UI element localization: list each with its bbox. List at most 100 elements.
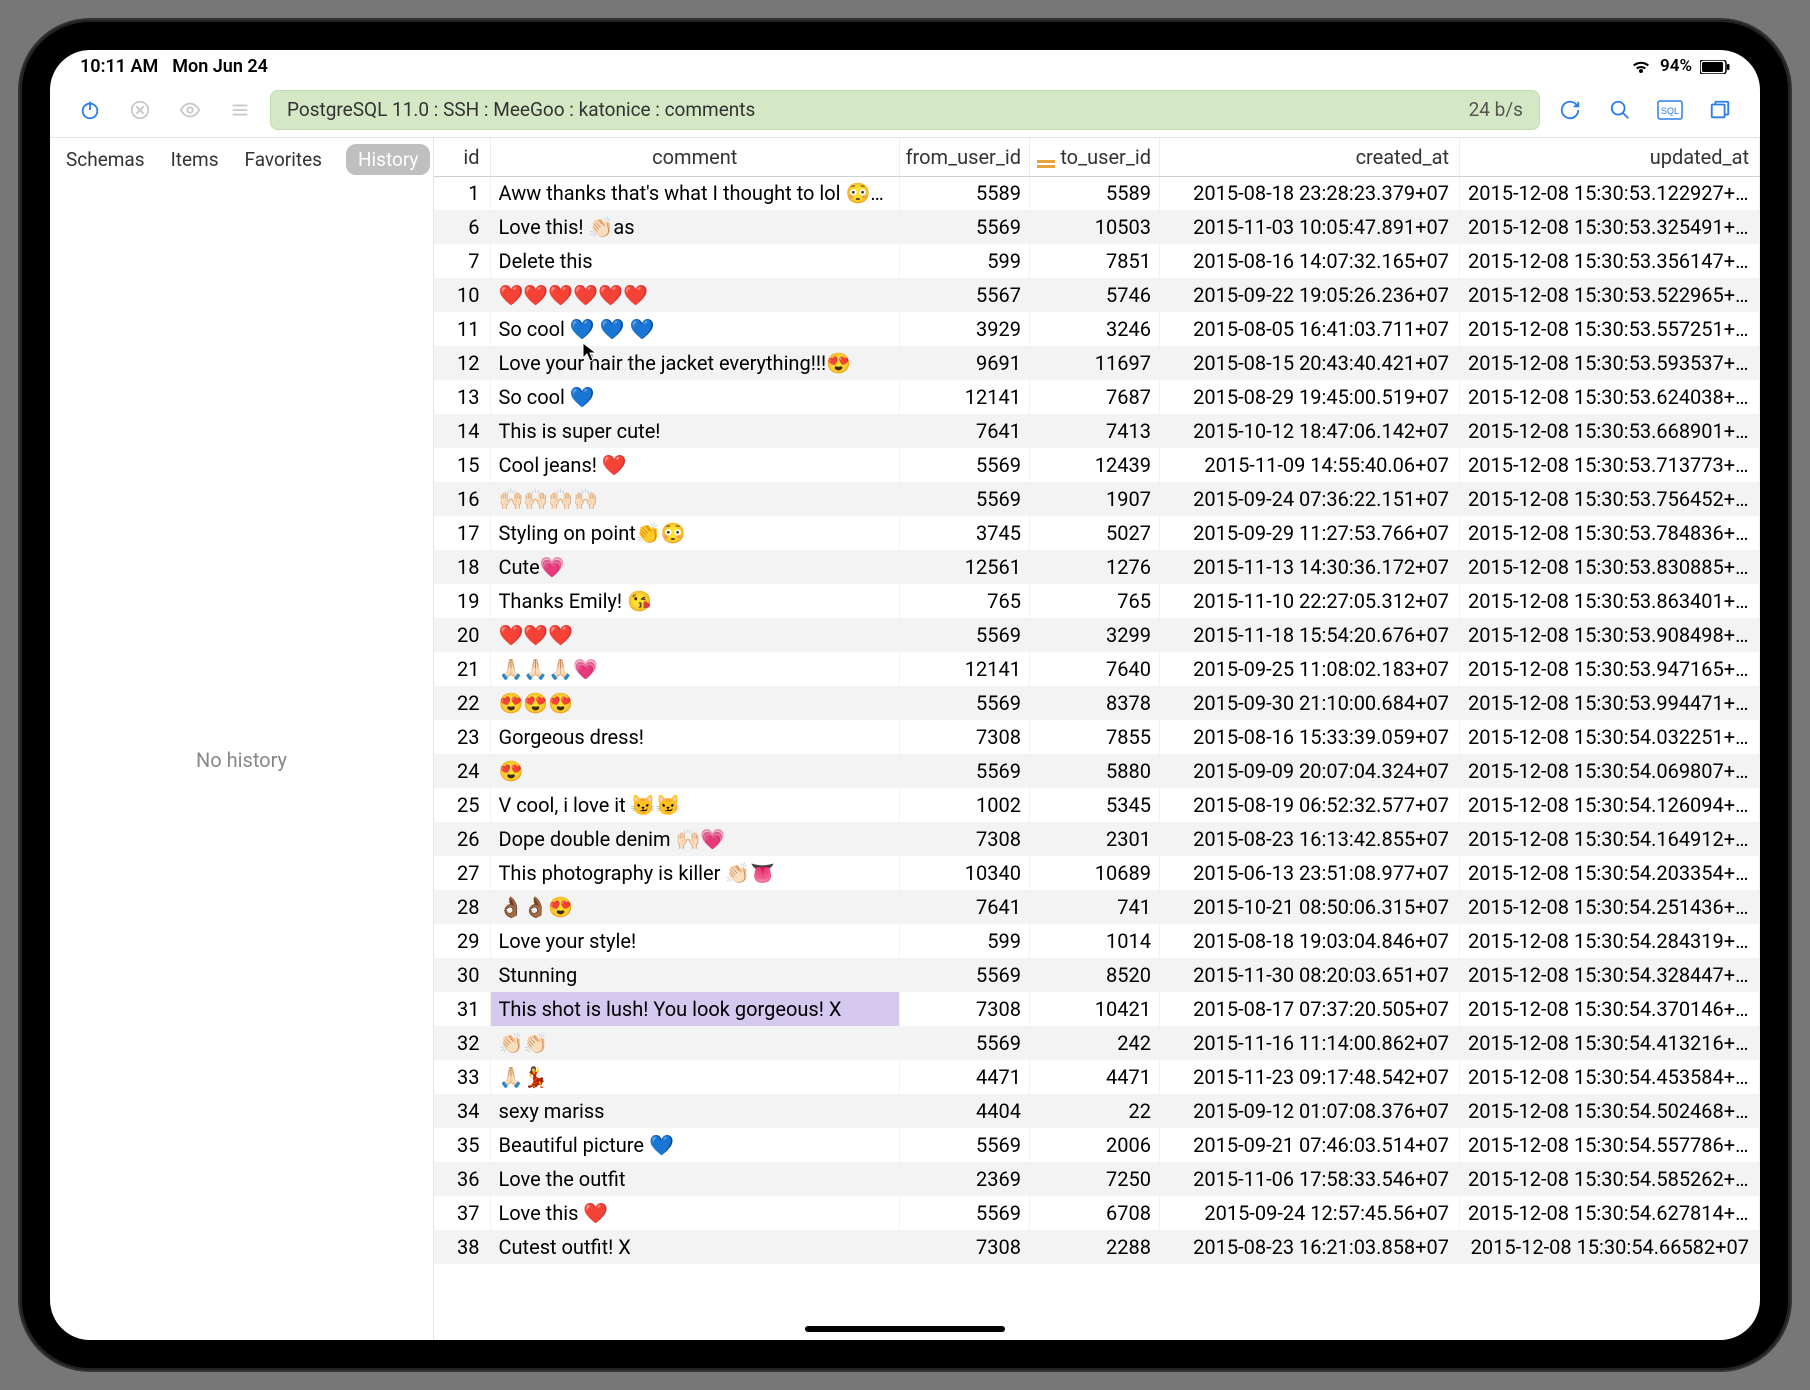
table-row[interactable]: 30Stunning556985202015-11-30 08:20:03.65… bbox=[434, 958, 1760, 992]
cell-comment[interactable]: Delete this bbox=[490, 244, 900, 278]
cell-updated[interactable]: 2015-12-08 15:30:53.908498+07 bbox=[1460, 618, 1760, 652]
cell-comment[interactable]: This photography is killer 👏🏻👅 bbox=[490, 856, 900, 890]
cell-from[interactable]: 5569 bbox=[900, 618, 1030, 652]
table-row[interactable]: 28👌🏾👌🏾😍76417412015-10-21 08:50:06.315+07… bbox=[434, 890, 1760, 924]
cell-to[interactable]: 3246 bbox=[1030, 312, 1160, 346]
table-row[interactable]: 20❤️❤️❤️556932992015-11-18 15:54:20.676+… bbox=[434, 618, 1760, 652]
cell-comment[interactable]: So cool 💙 bbox=[490, 380, 900, 414]
cell-comment[interactable]: 😍😍😍 bbox=[490, 686, 900, 720]
cell-updated[interactable]: 2015-12-08 15:30:54.627814+07 bbox=[1460, 1196, 1760, 1230]
cell-from[interactable]: 7641 bbox=[900, 890, 1030, 924]
cell-updated[interactable]: 2015-12-08 15:30:54.251436+07 bbox=[1460, 890, 1760, 924]
cell-id[interactable]: 21 bbox=[434, 652, 490, 686]
cell-to[interactable]: 2301 bbox=[1030, 822, 1160, 856]
cell-updated[interactable]: 2015-12-08 15:30:53.830885+07 bbox=[1460, 550, 1760, 584]
cell-id[interactable]: 1 bbox=[434, 176, 490, 210]
cell-to[interactable]: 7250 bbox=[1030, 1162, 1160, 1196]
cell-created[interactable]: 2015-08-16 15:33:39.059+07 bbox=[1160, 720, 1460, 754]
tab-history[interactable]: History bbox=[346, 144, 430, 175]
cell-to[interactable]: 7851 bbox=[1030, 244, 1160, 278]
cell-id[interactable]: 16 bbox=[434, 482, 490, 516]
cell-created[interactable]: 2015-09-21 07:46:03.514+07 bbox=[1160, 1128, 1460, 1162]
cell-id[interactable]: 15 bbox=[434, 448, 490, 482]
cell-created[interactable]: 2015-09-12 01:07:08.376+07 bbox=[1160, 1094, 1460, 1128]
cell-id[interactable]: 11 bbox=[434, 312, 490, 346]
cell-comment[interactable]: Love your hair the jacket everything!!!😍 bbox=[490, 346, 900, 380]
cell-to[interactable]: 1014 bbox=[1030, 924, 1160, 958]
table-row[interactable]: 12Love your hair the jacket everything!!… bbox=[434, 346, 1760, 380]
cell-created[interactable]: 2015-11-06 17:58:33.546+07 bbox=[1160, 1162, 1460, 1196]
cell-created[interactable]: 2015-09-09 20:07:04.324+07 bbox=[1160, 754, 1460, 788]
cell-comment[interactable]: Beautiful picture 💙 bbox=[490, 1128, 900, 1162]
cell-comment[interactable]: Thanks Emily! 😘 bbox=[490, 584, 900, 618]
cell-updated[interactable]: 2015-12-08 15:30:53.356147+07 bbox=[1460, 244, 1760, 278]
home-indicator[interactable] bbox=[805, 1326, 1005, 1332]
cell-created[interactable]: 2015-08-15 20:43:40.421+07 bbox=[1160, 346, 1460, 380]
cell-updated[interactable]: 2015-12-08 15:30:54.126094+07 bbox=[1460, 788, 1760, 822]
cell-comment[interactable]: ❤️❤️❤️❤️❤️❤️ bbox=[490, 278, 900, 312]
cell-comment[interactable]: This shot is lush! You look gorgeous! X bbox=[490, 992, 900, 1026]
cell-id[interactable]: 24 bbox=[434, 754, 490, 788]
cell-created[interactable]: 2015-09-30 21:10:00.684+07 bbox=[1160, 686, 1460, 720]
cell-from[interactable]: 5569 bbox=[900, 448, 1030, 482]
cell-updated[interactable]: 2015-12-08 15:30:54.585262+07 bbox=[1460, 1162, 1760, 1196]
cell-updated[interactable]: 2015-12-08 15:30:54.328447+07 bbox=[1460, 958, 1760, 992]
cell-created[interactable]: 2015-09-29 11:27:53.766+07 bbox=[1160, 516, 1460, 550]
cell-comment[interactable]: So cool 💙 💙 💙 bbox=[490, 312, 900, 346]
cell-to[interactable]: 5027 bbox=[1030, 516, 1160, 550]
table-wrap[interactable]: id comment from_user_id to_user_id creat… bbox=[434, 138, 1760, 1340]
cell-from[interactable]: 599 bbox=[900, 924, 1030, 958]
cell-to[interactable]: 5746 bbox=[1030, 278, 1160, 312]
cell-from[interactable]: 7308 bbox=[900, 1230, 1030, 1264]
cell-to[interactable]: 2006 bbox=[1030, 1128, 1160, 1162]
cell-from[interactable]: 3929 bbox=[900, 312, 1030, 346]
cell-created[interactable]: 2015-09-24 12:57:45.56+07 bbox=[1160, 1196, 1460, 1230]
cell-id[interactable]: 23 bbox=[434, 720, 490, 754]
windows-button[interactable] bbox=[1700, 90, 1740, 130]
cell-from[interactable]: 5569 bbox=[900, 958, 1030, 992]
table-row[interactable]: 6Love this! 👏🏻as5569105032015-11-03 10:0… bbox=[434, 210, 1760, 244]
table-row[interactable]: 34sexy mariss4404222015-09-12 01:07:08.3… bbox=[434, 1094, 1760, 1128]
cell-comment[interactable]: This is super cute! bbox=[490, 414, 900, 448]
cell-created[interactable]: 2015-11-09 14:55:40.06+07 bbox=[1160, 448, 1460, 482]
cell-updated[interactable]: 2015-12-08 15:30:54.557786+07 bbox=[1460, 1128, 1760, 1162]
cell-id[interactable]: 33 bbox=[434, 1060, 490, 1094]
cell-comment[interactable]: Love your style! bbox=[490, 924, 900, 958]
table-row[interactable]: 32👏🏻👏🏻55692422015-11-16 11:14:00.862+072… bbox=[434, 1026, 1760, 1060]
search-button[interactable] bbox=[1600, 90, 1640, 130]
cell-to[interactable]: 5345 bbox=[1030, 788, 1160, 822]
cell-comment[interactable]: Styling on point👏😳 bbox=[490, 516, 900, 550]
cell-to[interactable]: 8520 bbox=[1030, 958, 1160, 992]
col-header-updated[interactable]: updated_at bbox=[1460, 138, 1760, 176]
cell-to[interactable]: 6708 bbox=[1030, 1196, 1160, 1230]
table-row[interactable]: 11So cool 💙 💙 💙392932462015-08-05 16:41:… bbox=[434, 312, 1760, 346]
cell-id[interactable]: 37 bbox=[434, 1196, 490, 1230]
power-button[interactable] bbox=[70, 90, 110, 130]
table-row[interactable]: 16🙌🏻🙌🏻🙌🏻🙌🏻556919072015-09-24 07:36:22.15… bbox=[434, 482, 1760, 516]
cell-created[interactable]: 2015-09-25 11:08:02.183+07 bbox=[1160, 652, 1460, 686]
cell-updated[interactable]: 2015-12-08 15:30:53.122927+07 bbox=[1460, 176, 1760, 210]
cell-created[interactable]: 2015-08-05 16:41:03.711+07 bbox=[1160, 312, 1460, 346]
cell-comment[interactable]: Love this ❤️ bbox=[490, 1196, 900, 1230]
col-header-created[interactable]: created_at bbox=[1160, 138, 1460, 176]
cell-updated[interactable]: 2015-12-08 15:30:53.863401+07 bbox=[1460, 584, 1760, 618]
cell-updated[interactable]: 2015-12-08 15:30:54.370146+07 bbox=[1460, 992, 1760, 1026]
cell-to[interactable]: 765 bbox=[1030, 584, 1160, 618]
table-row[interactable]: 38Cutest outfit! X730822882015-08-23 16:… bbox=[434, 1230, 1760, 1264]
cell-created[interactable]: 2015-11-03 10:05:47.891+07 bbox=[1160, 210, 1460, 244]
cancel-button[interactable] bbox=[120, 90, 160, 130]
cell-from[interactable]: 5569 bbox=[900, 1026, 1030, 1060]
cell-id[interactable]: 30 bbox=[434, 958, 490, 992]
col-header-comment[interactable]: comment bbox=[490, 138, 900, 176]
cell-updated[interactable]: 2015-12-08 15:30:53.624038+07 bbox=[1460, 380, 1760, 414]
table-row[interactable]: 15Cool jeans! ❤️5569124392015-11-09 14:5… bbox=[434, 448, 1760, 482]
cell-from[interactable]: 5569 bbox=[900, 482, 1030, 516]
cell-to[interactable]: 12439 bbox=[1030, 448, 1160, 482]
cell-id[interactable]: 35 bbox=[434, 1128, 490, 1162]
table-row[interactable]: 29Love your style!59910142015-08-18 19:0… bbox=[434, 924, 1760, 958]
cell-comment[interactable]: V cool, i love it 😼😼 bbox=[490, 788, 900, 822]
table-row[interactable]: 35Beautiful picture 💙556920062015-09-21 … bbox=[434, 1128, 1760, 1162]
cell-comment[interactable]: Cool jeans! ❤️ bbox=[490, 448, 900, 482]
col-header-to[interactable]: to_user_id bbox=[1030, 138, 1160, 176]
cell-updated[interactable]: 2015-12-08 15:30:53.668901+07 bbox=[1460, 414, 1760, 448]
